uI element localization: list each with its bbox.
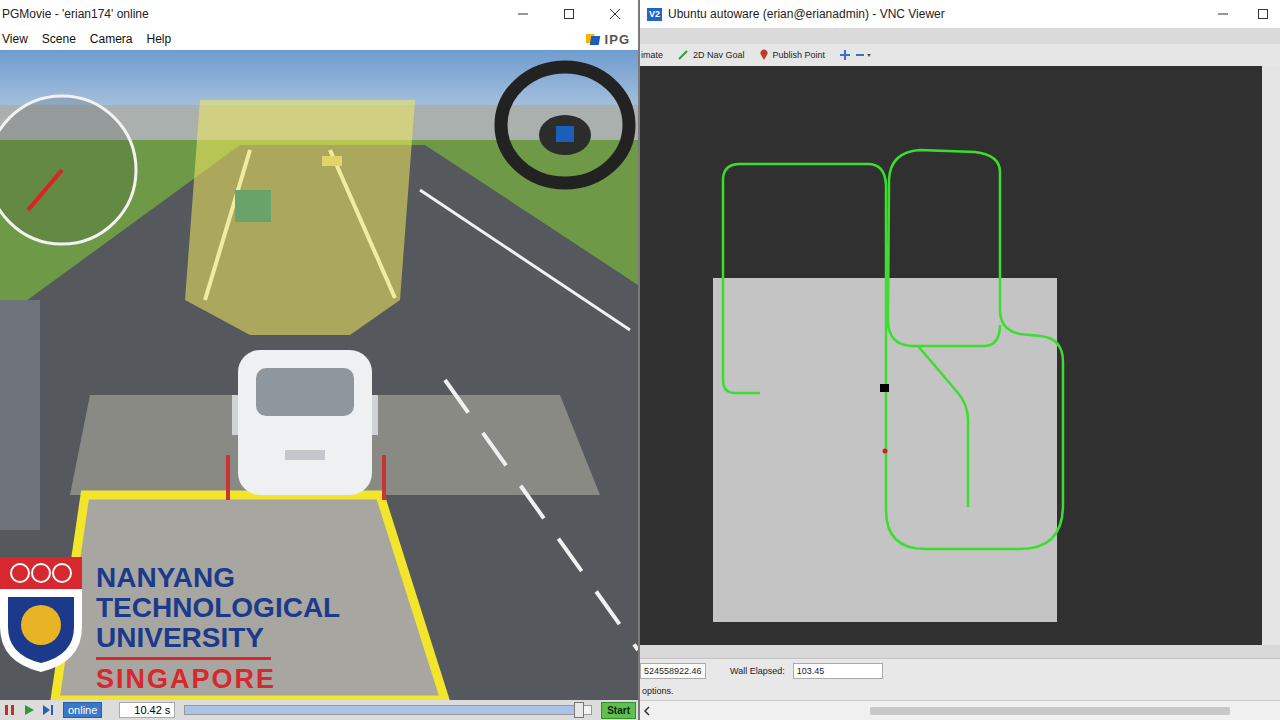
vnc-viewer-window: V2 Ubuntu autoware (erian@erianadmin) - … <box>640 0 1280 720</box>
ros-time-field[interactable]: 524558922.46 <box>640 663 706 679</box>
brand-logo: IPG <box>586 32 630 47</box>
university-name-line: TECHNOLOGICAL <box>96 593 340 623</box>
pause-icon[interactable] <box>2 702 18 718</box>
university-name-line: NANYANG <box>96 563 340 593</box>
toolbar-tool[interactable]: Publish Point <box>773 50 826 60</box>
rviz-toolbar: imate 2D Nav Goal Publish Point <box>640 44 1280 66</box>
maximize-icon[interactable] <box>1246 0 1280 28</box>
add-tool-icon[interactable] <box>839 49 851 61</box>
planned-path <box>723 150 1063 549</box>
horizontal-scrollbar[interactable] <box>640 700 1280 720</box>
remove-tool-icon[interactable] <box>855 49 873 61</box>
university-crest-icon <box>0 557 82 672</box>
rviz-header <box>640 28 1280 44</box>
wall-elapsed-label: Wall Elapsed: <box>730 666 785 676</box>
vnc-app-icon: V2 <box>647 8 662 21</box>
maximize-icon[interactable] <box>546 0 592 28</box>
scroll-left-icon[interactable] <box>642 705 652 717</box>
timeline-slider[interactable] <box>184 705 592 715</box>
title-bar: PGMovie - 'erian174' online <box>0 0 638 28</box>
menu-item[interactable]: Scene <box>40 32 82 46</box>
timeline-thumb[interactable] <box>574 702 584 718</box>
play-icon[interactable] <box>21 702 37 718</box>
minimize-icon[interactable] <box>500 0 546 28</box>
start-button[interactable]: Start <box>601 702 636 719</box>
desktop: PGMovie - 'erian174' online View Scene Cam… <box>0 0 1280 720</box>
vehicle-marker <box>880 384 889 392</box>
timeline-fill <box>185 706 579 714</box>
university-watermark: NANYANGTECHNOLOGICALUNIVERSITY SINGAPORE <box>0 557 346 694</box>
panel-strip <box>640 645 1280 659</box>
goal-point <box>883 449 888 454</box>
window-title: Ubuntu autoware (erian@erianadmin) - VNC… <box>668 7 1200 21</box>
scroll-thumb[interactable] <box>870 707 1230 715</box>
university-name-line: UNIVERSITY <box>96 623 340 653</box>
ipg-logo-icon <box>586 32 602 46</box>
simulation-view: NANYANGTECHNOLOGICALUNIVERSITY SINGAPORE <box>0 50 638 700</box>
toolbar-tool[interactable]: 2D Nav Goal <box>693 50 745 60</box>
title-bar: V2 Ubuntu autoware (erian@erianadmin) - … <box>640 0 1280 28</box>
window-controls <box>500 0 638 28</box>
university-name: NANYANGTECHNOLOGICALUNIVERSITY SINGAPORE <box>96 557 340 694</box>
status-hint: options. <box>640 683 1280 701</box>
menu-item[interactable]: Camera <box>88 32 139 46</box>
publish-point-icon <box>759 49 769 61</box>
minimize-icon[interactable] <box>1200 0 1246 28</box>
menu-bar: View Scene Camera Help IPG <box>0 28 638 50</box>
window-controls <box>1200 0 1280 28</box>
toolbar-tool[interactable]: imate <box>641 50 663 60</box>
time-panel: 524558922.46 Wall Elapsed: 103.45 option… <box>640 645 1280 720</box>
rviz-main <box>640 66 1280 645</box>
time-field: 10.42 s <box>119 702 175 718</box>
close-icon[interactable] <box>592 0 638 28</box>
menu-item[interactable]: View <box>0 32 34 46</box>
time-fields: 524558922.46 Wall Elapsed: 103.45 <box>640 659 1280 683</box>
ipgmovie-window: PGMovie - 'erian174' online View Scene Cam… <box>0 0 638 720</box>
nav-goal-icon <box>677 49 689 61</box>
mode-field[interactable]: online <box>63 702 102 718</box>
side-panel <box>1262 66 1280 645</box>
watermark-rule <box>96 657 271 660</box>
menu-item[interactable]: Help <box>145 32 178 46</box>
playback-bar: online 10.42 s Start <box>0 700 638 720</box>
wall-elapsed-field[interactable]: 103.45 <box>793 663 883 679</box>
university-country: SINGAPORE <box>96 664 340 694</box>
step-icon[interactable] <box>40 702 56 718</box>
map-view[interactable] <box>640 66 1262 645</box>
branch-path <box>918 346 968 507</box>
window-title: PGMovie - 'erian174' online <box>0 7 500 21</box>
